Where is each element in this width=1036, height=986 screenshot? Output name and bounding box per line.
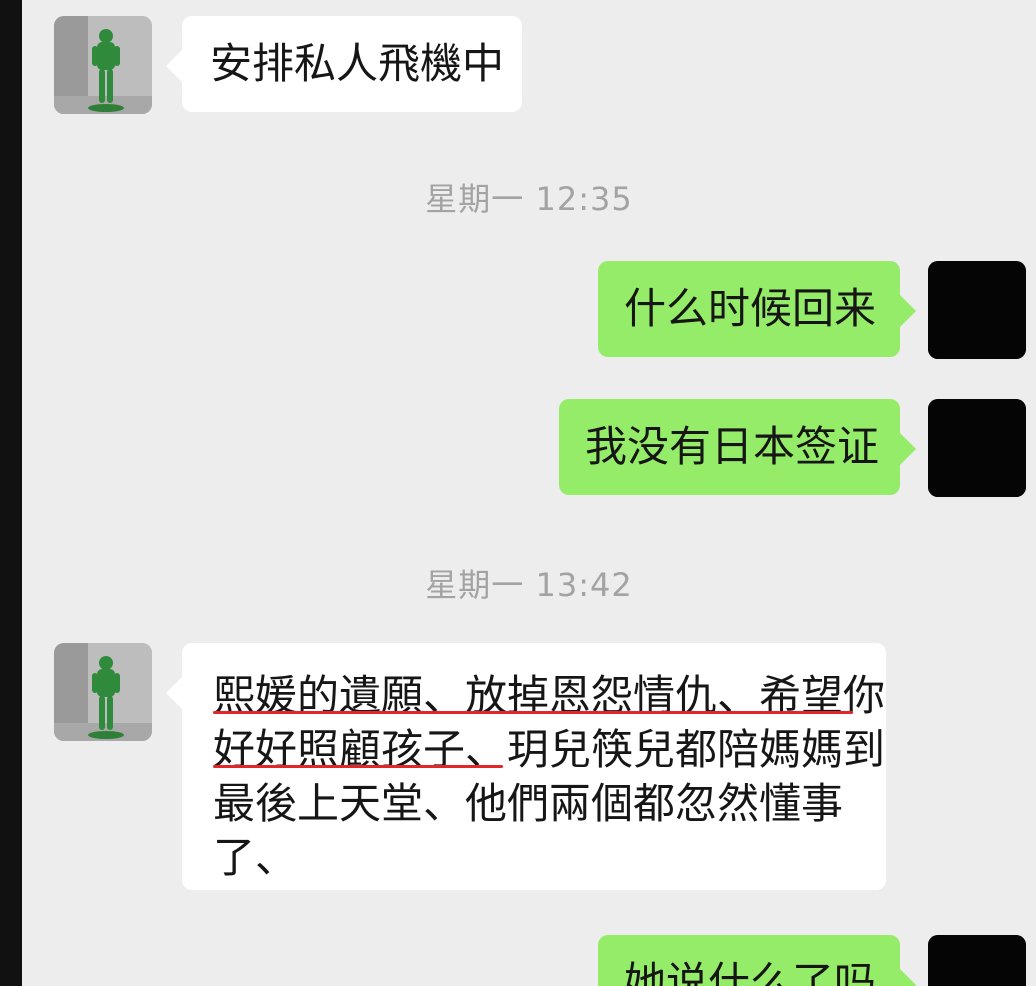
bubble-tail	[166, 50, 182, 82]
green-figure-avatar-icon	[54, 643, 152, 741]
message-text: 什么时候回来	[624, 284, 877, 333]
black-avatar-icon	[928, 261, 1026, 359]
message-text: 安排私人飛機中	[210, 39, 505, 88]
black-avatar-icon	[928, 935, 1026, 986]
message-bubble-incoming[interactable]: 安排私人飛機中	[166, 16, 522, 112]
bubble-tail	[166, 677, 182, 709]
message-text: 我没有日本签证	[585, 422, 880, 471]
timestamp: 星期一 13:42	[425, 566, 633, 604]
user-avatar[interactable]	[928, 935, 1026, 986]
message-line-1: 熙媛的遺願、放掉恩怨情仇、希望你	[213, 671, 886, 720]
bubble-tail	[900, 295, 916, 327]
annotation-underline	[213, 765, 503, 768]
black-avatar-icon	[928, 399, 1026, 497]
bubble-tail	[900, 433, 916, 465]
message-line-2: 好好照顧孩子、玥兒筷兒都陪媽媽到	[213, 725, 886, 774]
user-avatar[interactable]	[928, 261, 1026, 359]
bubble-tail	[900, 969, 916, 986]
message-text: 她说什么了吗	[624, 958, 877, 986]
chat-window: 安排私人飛機中 星期一 12:35 什么时候回来 我没有日本签证 星期一 13:…	[22, 0, 1036, 986]
contact-avatar[interactable]	[54, 16, 152, 114]
message-bubble-outgoing[interactable]: 我没有日本签证	[559, 399, 916, 495]
green-figure-avatar-icon	[54, 16, 152, 114]
annotation-underline	[213, 711, 853, 714]
timestamp: 星期一 12:35	[425, 180, 633, 218]
user-avatar[interactable]	[928, 399, 1026, 497]
contact-avatar[interactable]	[54, 643, 152, 741]
message-bubble-incoming-long[interactable]: 熙媛的遺願、放掉恩怨情仇、希望你 好好照顧孩子、玥兒筷兒都陪媽媽到 最後上天堂、…	[166, 643, 886, 890]
message-bubble-outgoing[interactable]: 什么时候回来	[598, 261, 916, 357]
message-line-3: 最後上天堂、他們兩個都忽然懂事	[213, 779, 844, 828]
message-bubble-outgoing[interactable]: 她说什么了吗	[598, 935, 916, 986]
message-line-4: 了、	[213, 833, 298, 882]
